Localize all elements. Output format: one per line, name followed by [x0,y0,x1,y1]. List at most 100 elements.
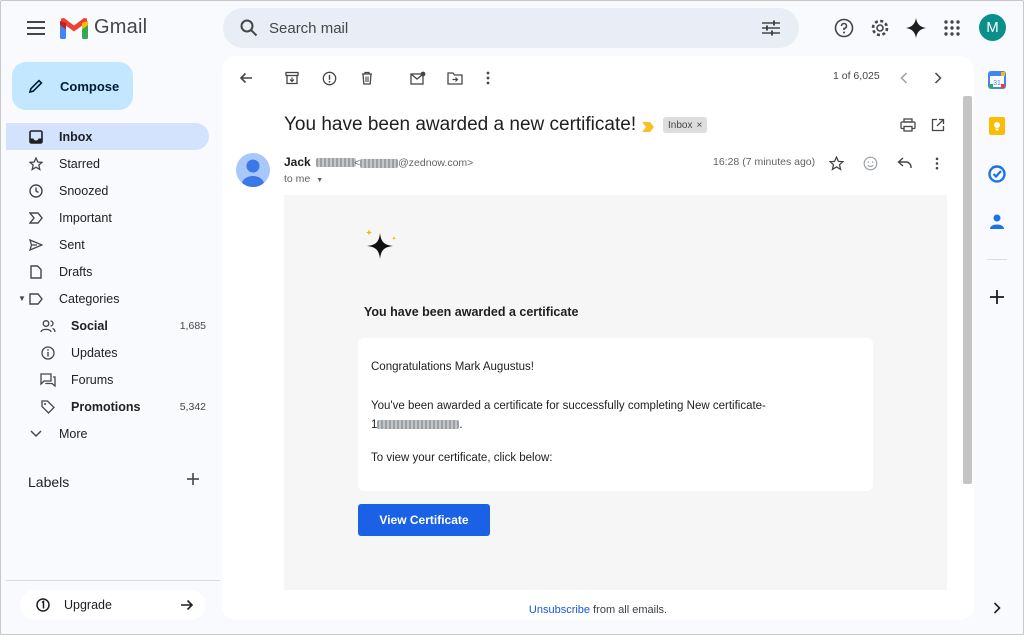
forum-chat-icon [40,372,56,388]
info-icon [40,345,56,361]
prev-chevron-icon[interactable] [894,68,914,88]
important-marker-icon [28,210,44,226]
certificate-line: You've been awarded a certificate for su… [371,400,766,412]
upgrade-button[interactable]: Upgrade [20,590,206,620]
sidebar-item-inbox[interactable]: Inbox [6,123,209,150]
upgrade-label: Upgrade [64,598,112,612]
recipient-details-caret-icon[interactable]: ▼ [316,177,323,184]
importance-marker-icon[interactable] [642,119,655,137]
inbox-label-chip[interactable]: Inbox × [663,117,708,133]
settings-gear-icon[interactable] [868,16,892,40]
help-icon[interactable] [832,16,856,40]
sidebar-item-sent[interactable]: Sent [6,231,216,258]
unread-count: 5,342 [179,400,206,413]
add-label-plus-icon[interactable] [186,472,202,488]
reply-icon[interactable] [895,154,913,172]
search-bar[interactable] [223,8,799,48]
apps-grid-icon[interactable] [940,16,964,40]
unread-count: 1,685 [179,319,206,332]
certificate-heading: You have been awarded a certificate [364,305,579,319]
more-vert-icon[interactable] [478,68,498,88]
account-avatar[interactable]: M [979,14,1006,41]
sender-avatar[interactable] [236,153,270,187]
labels-heading: Labels [28,474,70,490]
recipient-text: to me [284,173,311,185]
sidebar-item-more[interactable]: More [6,420,216,447]
expand-side-panel-chevron-icon[interactable] [987,598,1007,618]
pagination-count: 1 of 6,025 [833,70,880,82]
recipient-summary[interactable]: to me ▼ [284,173,323,185]
message-scrollbar[interactable] [963,96,972,484]
sidebar-item-label: Social [71,318,108,333]
sidebar-item-social[interactable]: Social 1,685 [6,312,216,339]
sidebar-item-drafts[interactable]: Drafts [6,258,216,285]
sidebar-item-forums[interactable]: Forums [6,366,216,393]
view-certificate-button[interactable]: View Certificate [358,504,490,536]
mark-unread-icon[interactable] [408,68,428,88]
sidebar-item-label: More [59,426,88,441]
sidebar-item-promotions[interactable]: Promotions 5,342 [6,393,216,420]
get-addons-plus-icon[interactable] [987,287,1007,307]
certificate-description: You've been awarded a certificate for su… [371,397,860,435]
message-timestamp: 16:28 (7 minutes ago) [713,156,816,168]
move-to-folder-icon[interactable] [445,68,465,88]
back-arrow-icon[interactable] [236,68,256,88]
sparkle-logo-icon [364,229,398,268]
message-more-vert-icon[interactable] [928,154,946,172]
gemini-sparkle-icon[interactable] [904,16,928,40]
star-message-icon[interactable] [827,154,845,172]
next-chevron-icon[interactable] [928,68,948,88]
sidebar-item-starred[interactable]: Starred [6,150,216,177]
calendar-app-icon[interactable]: 31 [987,70,1007,90]
sidebar-item-label: Drafts [59,264,93,279]
sidebar-item-label: Snoozed [59,183,109,198]
sidebar-item-label: Sent [59,237,85,252]
sidebar-item-snoozed[interactable]: Snoozed [6,177,216,204]
compose-button[interactable]: Compose [12,62,133,110]
message-card: Congratulations Mark Augustus! You've be… [358,338,873,491]
greeting-text: Congratulations Mark Augustus! [371,361,535,373]
sender-email-domain: @zednow.com> [398,157,474,169]
inbox-icon [28,129,44,145]
side-rail-divider [987,259,1007,260]
emoji-reaction-icon[interactable] [861,154,879,172]
open-in-new-window-icon[interactable] [928,115,948,135]
email-subject: You have been awarded a new certificate! [284,114,637,135]
upgrade-badge-icon [36,598,50,612]
gmail-logo[interactable]: Gmail [60,16,147,39]
sidebar-item-label: Important [59,210,112,225]
label-tag-icon [28,291,44,307]
keep-notes-icon[interactable] [987,116,1007,136]
sidebar-item-label: Forums [71,372,114,387]
sidebar-item-important[interactable]: Important [6,204,216,231]
delete-trash-icon[interactable] [357,68,377,88]
message-view: 1 of 6,025 You have been awarded a new c… [222,56,974,620]
promo-tag-icon [40,399,56,415]
search-input[interactable] [269,19,751,37]
search-icon[interactable] [229,19,269,37]
redacted-certificate-id [377,420,460,430]
expand-caret-icon[interactable]: ▼ [18,294,26,303]
unsubscribe-link[interactable]: Unsubscribe [529,604,590,616]
svg-text:31: 31 [993,80,1001,87]
send-icon [28,237,44,253]
chip-remove-icon[interactable]: × [696,120,702,131]
sidebar-item-label: Categories [59,291,120,306]
compose-label: Compose [60,78,120,94]
print-icon[interactable] [898,115,918,135]
tasks-icon[interactable] [987,164,1007,184]
redacted-email-user [360,158,399,168]
chevron-down-icon [28,426,44,442]
search-options-icon[interactable] [751,20,791,36]
email-body: You have been awarded a certificate Cong… [284,195,947,590]
archive-icon[interactable] [282,68,302,88]
draft-file-icon [28,264,44,280]
sidebar-item-updates[interactable]: Updates [6,339,216,366]
sidebar-item-categories[interactable]: ▼ Categories [6,285,216,312]
sender-email-address: < @zednow.com> [317,157,473,169]
contacts-icon[interactable] [987,211,1007,231]
report-spam-icon[interactable] [319,68,339,88]
main-menu-icon[interactable] [24,16,48,40]
sidebar-item-label: Updates [71,345,118,360]
top-bar: Gmail M [0,0,1024,56]
